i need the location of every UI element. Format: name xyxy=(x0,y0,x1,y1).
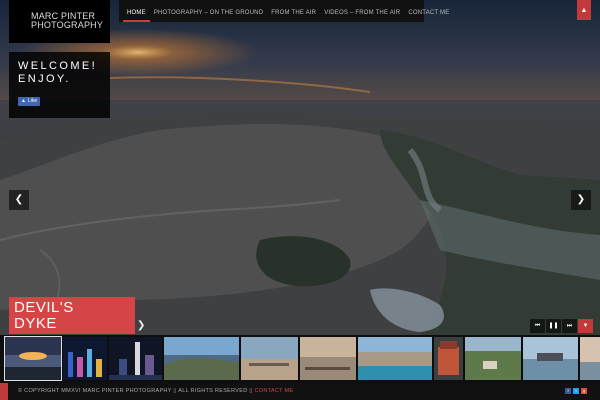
slide-title-line2: DYKE xyxy=(14,315,57,332)
chevron-up-icon: ▲ xyxy=(580,7,588,14)
nav-item-from-the-air[interactable]: FROM THE AIR xyxy=(271,0,316,22)
main-navigation: HOME PHOTOGRAPHY – ON THE GROUND FROM TH… xyxy=(119,0,449,22)
chevron-down-icon: ▼ xyxy=(582,323,589,329)
thumbnail-city-night-2[interactable] xyxy=(109,337,162,380)
nav-item-home[interactable]: HOME xyxy=(123,0,150,22)
thumbnail-red-building[interactable] xyxy=(434,337,463,380)
skip-back-button[interactable]: ⏮ xyxy=(530,319,545,333)
thumbnail-seafront-aerial[interactable] xyxy=(358,337,432,380)
hero-slide-image xyxy=(0,0,600,335)
aerial-landscape-image xyxy=(0,0,600,335)
skip-forward-button[interactable]: ⏭ xyxy=(562,319,577,333)
twitter-icon[interactable]: t xyxy=(573,388,579,394)
top-toggle-button[interactable]: ▲ xyxy=(577,0,591,20)
thumbnail-green-fields[interactable] xyxy=(465,337,521,380)
facebook-icon[interactable]: f xyxy=(565,388,571,394)
slide-title-line1: DEVIL'S xyxy=(14,299,74,316)
nav-item-videos-from-the-air[interactable]: VIDEOS – FROM THE AIR xyxy=(324,0,400,22)
collapse-thumbnails-button[interactable]: ▼ xyxy=(578,319,593,333)
thumbnail-harbour-ship[interactable] xyxy=(523,337,578,380)
prev-slide-button[interactable]: ❮ xyxy=(9,190,29,210)
footer-accent-bar xyxy=(0,383,8,400)
thumbnail-sky-partial[interactable] xyxy=(580,337,600,380)
pause-icon: ❚❚ xyxy=(548,323,559,329)
welcome-subheading: ENJOY. xyxy=(18,73,71,85)
slide-caption: DEVIL'S DYKE xyxy=(9,297,135,334)
thumbnail-pier-town[interactable] xyxy=(241,337,298,380)
like-label: Like xyxy=(27,98,38,104)
thumbnail-sunset-coast[interactable] xyxy=(4,336,62,381)
welcome-heading: WELCOME! xyxy=(18,60,98,72)
thumbs-up-icon: ▲ xyxy=(21,98,26,104)
chevron-right-icon: ❯ xyxy=(576,194,586,205)
caption-arrow-icon[interactable]: ❯ xyxy=(137,320,145,331)
chevron-left-icon: ❮ xyxy=(14,194,24,205)
facebook-like-button[interactable]: ▲ Like xyxy=(18,97,41,106)
site-logo[interactable]: MARC PINTER PHOTOGRAPHY xyxy=(9,0,110,43)
footer-copyright: © COPYRIGHT MMXVI MARC PINTER PHOTOGRAPH… xyxy=(18,388,293,394)
pause-button[interactable]: ❚❚ xyxy=(546,319,561,333)
welcome-panel: WELCOME! ENJOY. ▲ Like xyxy=(9,52,110,118)
thumbnail-city-night-1[interactable] xyxy=(63,337,107,380)
next-slide-button[interactable]: ❯ xyxy=(571,190,591,210)
nav-item-contact[interactable]: CONTACT ME xyxy=(408,0,449,22)
nav-item-photography-ground[interactable]: PHOTOGRAPHY – ON THE GROUND xyxy=(154,0,263,22)
copyright-text: © COPYRIGHT MMXVI MARC PINTER PHOTOGRAPH… xyxy=(18,388,253,394)
google-plus-icon[interactable]: g xyxy=(581,388,587,394)
site-footer: © COPYRIGHT MMXVI MARC PINTER PHOTOGRAPH… xyxy=(0,383,600,400)
skip-forward-icon: ⏭ xyxy=(566,323,573,329)
thumbnail-strip xyxy=(0,335,600,383)
footer-contact-link[interactable]: CONTACT ME xyxy=(255,388,294,394)
skip-back-icon: ⏮ xyxy=(534,323,541,329)
thumbnail-pier-sea[interactable] xyxy=(300,337,356,380)
thumbnail-coast-cliffs[interactable] xyxy=(164,337,239,380)
brand-subtitle: PHOTOGRAPHY xyxy=(31,20,104,30)
